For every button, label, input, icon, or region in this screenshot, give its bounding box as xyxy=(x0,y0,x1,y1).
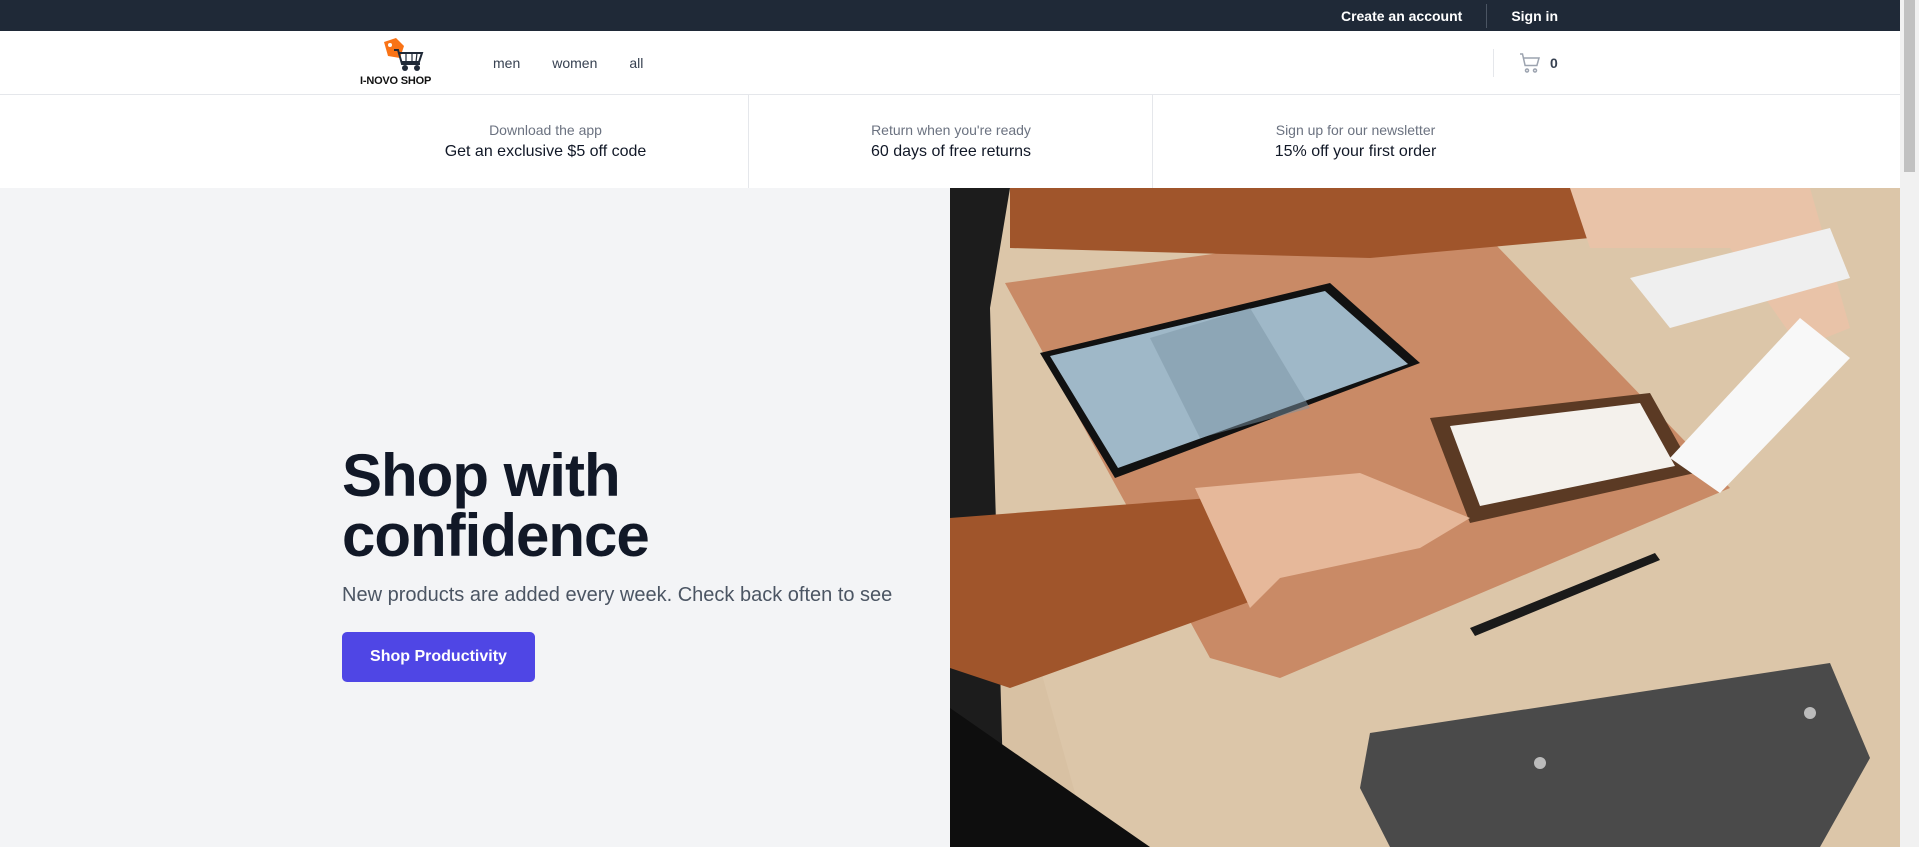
perk-returns-label: Return when you're ready xyxy=(871,122,1031,138)
perk-returns-value: 60 days of free returns xyxy=(870,143,1032,160)
perk-app-label: Download the app xyxy=(489,122,602,138)
cart-divider xyxy=(1493,49,1494,77)
cart-count: 0 xyxy=(1550,55,1558,71)
hero-title-line2: confidence xyxy=(342,502,650,569)
nav-link-all[interactable]: all xyxy=(629,55,643,71)
site-logo[interactable]: I-NOVO SHOP xyxy=(358,36,450,90)
hero-title: Shop with confidence xyxy=(342,446,650,569)
perk-app: Download the app Get an exclusive $5 off… xyxy=(344,95,747,188)
cart-button[interactable]: 0 xyxy=(1518,51,1558,75)
account-links-divider xyxy=(1486,3,1488,28)
hero-image xyxy=(950,188,1900,847)
perk-returns: Return when you're ready 60 days of free… xyxy=(748,95,1153,188)
page-scrollbar[interactable] xyxy=(1900,0,1919,847)
cart-area: 0 xyxy=(1493,49,1558,77)
shop-productivity-button[interactable]: Shop Productivity xyxy=(342,632,535,682)
perk-newsletter-label: Sign up for our newsletter xyxy=(1275,122,1436,138)
perks-bar: Download the app Get an exclusive $5 off… xyxy=(0,95,1900,189)
hero-subtitle: New products are added every week. Check… xyxy=(342,584,893,606)
site-header: I-NOVO SHOP men women all 0 xyxy=(0,31,1900,95)
account-links: Create an account Sign in xyxy=(1341,0,1558,31)
hero-section: Shop with confidence New products are ad… xyxy=(0,188,950,847)
hero-photo-illustration xyxy=(950,188,1900,847)
perk-newsletter-value: 15% off your first order xyxy=(1274,143,1437,160)
perk-app-value: Get an exclusive $5 off code xyxy=(444,143,647,160)
shopping-cart-logo-icon xyxy=(384,38,424,71)
nav-link-men[interactable]: men xyxy=(493,55,520,71)
nav-link-women[interactable]: women xyxy=(552,55,597,71)
create-account-link[interactable]: Create an account xyxy=(1341,8,1462,24)
main-nav: men women all xyxy=(493,31,675,94)
perk-newsletter: Sign up for our newsletter 15% off your … xyxy=(1152,95,1558,188)
logo-text: I-NOVO SHOP xyxy=(360,75,432,87)
sign-in-link[interactable]: Sign in xyxy=(1511,8,1558,24)
top-bar: Create an account Sign in xyxy=(0,0,1900,31)
scrollbar-thumb[interactable] xyxy=(1904,0,1915,172)
shopping-bag-icon xyxy=(1520,53,1540,73)
hero-title-line1: Shop with xyxy=(342,442,621,509)
